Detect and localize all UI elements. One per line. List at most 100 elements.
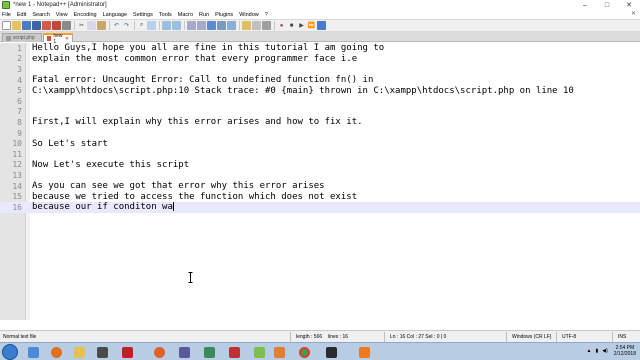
editor-line: 7	[0, 107, 640, 118]
save-icon[interactable]	[22, 21, 31, 30]
start-button-icon[interactable]	[2, 344, 18, 360]
close-file-icon[interactable]	[42, 21, 51, 30]
menu-edit[interactable]: Edit	[17, 12, 26, 18]
menu-macro[interactable]: Macro	[178, 12, 193, 18]
terminal-icon[interactable]	[322, 344, 340, 360]
replace-icon[interactable]	[147, 21, 156, 30]
cut-icon[interactable]: ✂	[77, 21, 86, 30]
explorer-folder-icon[interactable]	[70, 344, 88, 360]
menu-view[interactable]: View	[56, 12, 68, 18]
menu-plugins[interactable]: Plugins	[215, 12, 233, 18]
media-player-icon[interactable]	[47, 344, 65, 360]
maximize-button[interactable]: □	[596, 0, 618, 10]
record-macro-icon[interactable]: ●	[277, 21, 286, 30]
ibeam-cursor-icon	[188, 272, 193, 283]
find-icon[interactable]: ⌕	[137, 21, 146, 30]
window-controls: – □ ✕	[574, 0, 640, 10]
sync-vertical-icon[interactable]	[187, 21, 196, 30]
play-macro-icon[interactable]: ▶	[297, 21, 306, 30]
toolbar-separator	[109, 21, 110, 30]
undo-icon[interactable]: ↶	[112, 21, 121, 30]
chrome-icon[interactable]	[295, 344, 313, 360]
sublime-icon[interactable]	[93, 344, 111, 360]
toolbar-separator	[274, 21, 275, 30]
show-all-chars-icon[interactable]	[217, 21, 226, 30]
stop-macro-icon[interactable]: ■	[287, 21, 296, 30]
status-encoding: UTF-8	[562, 334, 577, 340]
notepadpp-icon[interactable]	[250, 344, 268, 360]
editor-line: 10 So Let's start	[0, 138, 640, 149]
editor-line: 13	[0, 170, 640, 181]
status-eol: Windows (CR LF)	[512, 334, 552, 340]
line-text: C:\xampp\htdocs\script.php:10 Stack trac…	[32, 85, 574, 96]
tab-close-icon[interactable]: ✕	[65, 36, 69, 42]
zoom-in-icon[interactable]	[162, 21, 171, 30]
tab-script-php[interactable]: script.php	[2, 33, 42, 42]
close-all-icon[interactable]	[52, 21, 61, 30]
editor-line: 8 First,I will explain why this error ar…	[0, 117, 640, 128]
windows-taskbar: ▲ ▮ ◀) 2:54 PM 2/12/2018	[0, 342, 640, 360]
menu-help[interactable]: ?	[265, 12, 268, 18]
explorer-icon[interactable]	[24, 344, 42, 360]
line-number: 4	[17, 75, 22, 85]
filezilla-icon[interactable]	[225, 344, 243, 360]
indent-guide-icon[interactable]	[227, 21, 236, 30]
tray-arrow-icon[interactable]: ▲	[587, 348, 592, 354]
status-divider	[556, 332, 557, 342]
line-text: because our if conditon wa	[32, 202, 173, 213]
menu-search[interactable]: Search	[32, 12, 49, 18]
save-all-icon[interactable]	[32, 21, 41, 30]
function-list-icon[interactable]	[262, 21, 271, 30]
new-file-icon[interactable]	[2, 21, 11, 30]
word-wrap-icon[interactable]	[207, 21, 216, 30]
firefox-icon[interactable]	[150, 344, 168, 360]
paste-icon[interactable]	[97, 21, 106, 30]
folder-as-workspace-icon[interactable]	[242, 21, 251, 30]
menu-settings[interactable]: Settings	[133, 12, 153, 18]
sublime-text-icon[interactable]	[270, 344, 288, 360]
zoom-out-icon[interactable]	[172, 21, 181, 30]
line-number: 8	[17, 117, 22, 127]
photos-icon[interactable]	[200, 344, 218, 360]
network-icon[interactable]: ▮	[595, 348, 598, 354]
acrobat-icon[interactable]	[118, 344, 136, 360]
sync-horizontal-icon[interactable]	[197, 21, 206, 30]
tab-label: script.php	[13, 35, 35, 41]
editor-line: 15 because we tried to access the functi…	[0, 191, 640, 202]
status-length: length : 566	[296, 334, 323, 340]
line-number: 12	[12, 160, 22, 170]
menu-tools[interactable]: Tools	[159, 12, 172, 18]
line-number: 13	[12, 170, 22, 180]
settings-icon[interactable]	[175, 344, 193, 360]
editor-line: 11	[0, 149, 640, 160]
menu-file[interactable]: File	[2, 12, 11, 18]
toolbar-separator	[134, 21, 135, 30]
system-tray: ▲ ▮ ◀) 2:54 PM 2/12/2018	[587, 345, 636, 357]
clock[interactable]: 2:54 PM 2/12/2018	[614, 345, 636, 357]
redo-icon[interactable]: ↷	[122, 21, 131, 30]
menu-encoding[interactable]: Encoding	[74, 12, 97, 18]
editor-line: 5 C:\xampp\htdocs\script.php:10 Stack tr…	[0, 85, 640, 96]
status-position: Ln : 16 Col : 27 Sel : 0 | 0	[390, 334, 447, 340]
document-map-icon[interactable]	[252, 21, 261, 30]
tab-new-1[interactable]: new 1 ✕	[43, 33, 73, 45]
open-file-icon[interactable]	[12, 21, 21, 30]
menu-window[interactable]: Window	[239, 12, 259, 18]
title-bar: *new 1 - Notepad++ [Administrator] – □ ✕	[0, 0, 640, 10]
menu-language[interactable]: Language	[103, 12, 127, 18]
toolbar-separator	[159, 21, 160, 30]
minimize-button[interactable]: –	[574, 0, 596, 10]
toolbar-separator	[184, 21, 185, 30]
run-macro-multiple-icon[interactable]: ⏩	[307, 21, 316, 30]
volume-icon[interactable]: ◀)	[602, 348, 608, 354]
close-document-icon[interactable]: ✕	[631, 10, 636, 17]
text-editor[interactable]: 1 Hello Guys,I hope you all are fine in …	[0, 43, 640, 320]
xampp-icon[interactable]	[355, 344, 373, 360]
save-macro-icon[interactable]	[317, 21, 326, 30]
close-window-button[interactable]: ✕	[618, 0, 640, 10]
print-icon[interactable]	[62, 21, 71, 30]
menu-run[interactable]: Run	[199, 12, 209, 18]
copy-icon[interactable]	[87, 21, 96, 30]
toolbar-separator	[239, 21, 240, 30]
line-number: 6	[17, 96, 22, 106]
